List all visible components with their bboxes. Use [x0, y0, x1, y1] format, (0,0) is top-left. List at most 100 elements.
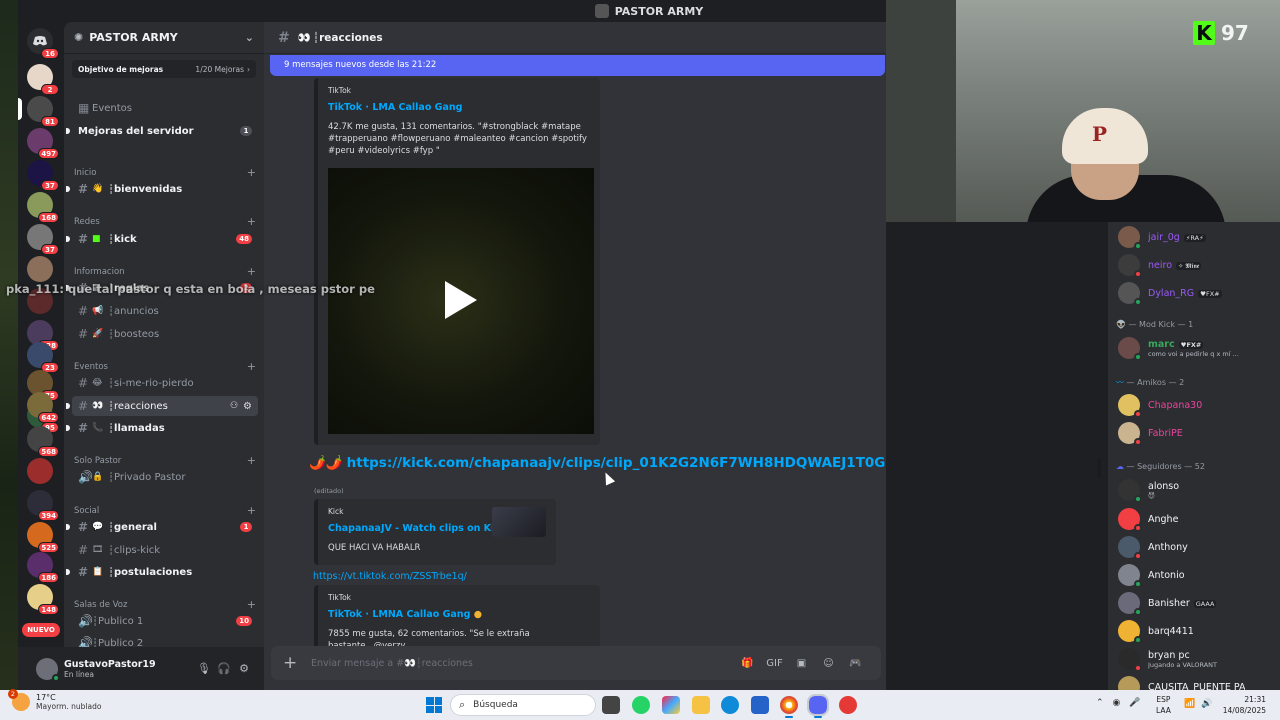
play-icon[interactable] [445, 281, 477, 319]
member-row[interactable]: marc ♥FX# como voi a pedirle q x mí ... [1118, 335, 1278, 361]
task-view-icon[interactable] [602, 696, 620, 714]
category-inicio[interactable]: Inicio + [74, 166, 256, 179]
add-channel-icon[interactable]: + [247, 265, 256, 278]
gift-icon[interactable]: 🎁 [734, 658, 761, 669]
channel-postulaciones[interactable]: # 📋 ┆postulaciones [66, 562, 258, 582]
voice-publico-2[interactable]: 🔊 ┆Publico 2 [72, 633, 258, 647]
channel-boosteos[interactable]: # 🚀 ┆boosteos [72, 324, 258, 344]
boost-goal-bar[interactable]: Objetivo de mejoras 1/20 Mejoras › [72, 60, 256, 78]
start-button-windows-icon[interactable] [426, 697, 442, 713]
server-icon-15[interactable] [27, 458, 53, 484]
embed-title-link[interactable]: TikTok · LMA Callao Gang [328, 102, 590, 113]
server-icon-3[interactable]: 497 [27, 128, 59, 159]
attach-plus-icon[interactable]: + [283, 653, 311, 673]
server-icon-18[interactable]: 186 [27, 552, 59, 583]
category-informacion[interactable]: Informacion + [74, 265, 256, 278]
add-channel-icon[interactable]: + [247, 215, 256, 228]
chat-scrollbar[interactable] [1097, 458, 1101, 478]
discord-app-icon[interactable] [807, 694, 829, 718]
member-row[interactable]: Dylan_RG ♥FX# [1118, 280, 1278, 306]
add-channel-icon[interactable]: + [247, 360, 256, 373]
gear-icon[interactable]: ⚙ [243, 401, 252, 412]
server-icon-16[interactable]: 394 [27, 490, 59, 521]
member-row[interactable]: neiro ✧ 𝕸𝖎𝖓𝖊 [1118, 252, 1278, 278]
member-row[interactable]: barq4411 [1118, 618, 1278, 644]
member-row[interactable]: Banisher GAAA [1118, 590, 1278, 616]
gif-icon[interactable]: GIF [761, 658, 788, 669]
category-social[interactable]: Social + [74, 504, 256, 517]
channel-si-me-rio-pierdo[interactable]: # 😂 ┆si-me-rio-pierdo [72, 373, 258, 393]
copilot-icon[interactable] [662, 696, 680, 714]
whatsapp-icon[interactable] [632, 696, 650, 714]
server-icon-4[interactable]: 37 [27, 160, 59, 191]
add-channel-icon[interactable]: + [247, 598, 256, 611]
server-icon-1[interactable]: 2 [27, 64, 59, 95]
category-redes[interactable]: Redes + [74, 215, 256, 228]
embed-thumbnail[interactable] [492, 507, 546, 537]
network-app-icon[interactable]: ◉ [1113, 698, 1121, 708]
message-link[interactable]: https://kick.com/chapanaajv/clips/clip_0… [347, 455, 886, 471]
channel-llamadas[interactable]: # 📞 ┆llamadas [66, 418, 258, 438]
embed-title-link[interactable]: TikTok · LMNA Callao Gang ● [328, 609, 590, 620]
new-messages-bar[interactable]: 9 mensajes nuevos desde las 21:22 [270, 55, 885, 76]
file-explorer-icon[interactable] [692, 696, 710, 714]
member-row[interactable]: Antonio [1118, 562, 1278, 588]
server-icon-13[interactable]: 642 [27, 392, 59, 423]
server-icon-17[interactable]: 525 [27, 522, 59, 553]
channel-general[interactable]: # 💬 ┆general 1 [66, 517, 258, 537]
direct-messages-button[interactable]: 16 [27, 28, 59, 59]
channel-reacciones[interactable]: # 👀 ┆reacciones ⚇ ⚙ [66, 396, 258, 416]
sticker-icon[interactable]: ▣ [788, 658, 815, 669]
server-icon-5[interactable]: 168 [27, 192, 59, 223]
server-icon-14[interactable]: 568 [27, 426, 59, 457]
server-icon-2[interactable]: 81 [18, 96, 59, 127]
system-clock[interactable]: 21:31 14/08/2025 [1220, 694, 1266, 716]
member-row[interactable]: alonso 😈 [1118, 477, 1278, 503]
events-item[interactable]: ▦ Eventos [72, 98, 258, 118]
video-player[interactable] [328, 168, 594, 434]
add-channel-icon[interactable]: + [247, 166, 256, 179]
category-solo-pastor[interactable]: Solo Pastor + [74, 454, 256, 467]
member-row[interactable]: Anthony [1118, 534, 1278, 560]
apps-icon[interactable]: 🎮 [842, 658, 869, 669]
headphones-icon[interactable]: 🎧 [214, 662, 234, 675]
store-icon[interactable] [751, 696, 769, 714]
member-row[interactable]: CAUSITA_PUENTE PA [1118, 674, 1278, 690]
microphone-icon[interactable]: 🎤 [1129, 698, 1140, 708]
taskbar-search[interactable]: ⌕ Búsqueda [450, 694, 596, 716]
chevron-up-icon[interactable]: ⌃ [1096, 698, 1104, 708]
server-boosts-item[interactable]: Mejoras del servidor 1 [66, 121, 258, 141]
edge-icon[interactable] [721, 696, 739, 714]
channel-kick[interactable]: # ■ ┆kick 48 [66, 229, 258, 249]
language-indicator[interactable]: ESP LAA [1156, 694, 1171, 716]
member-row[interactable]: Anghe [1118, 506, 1278, 532]
user-info[interactable]: GustavoPastor19 En línea [64, 659, 194, 679]
tiktok-link[interactable]: https://vt.tiktok.com/ZSSTrbe1q/ [313, 571, 467, 582]
member-row[interactable]: Chapana30 [1118, 392, 1278, 418]
add-channel-icon[interactable]: + [247, 454, 256, 467]
invite-icon[interactable]: ⚇ [230, 401, 238, 411]
channel-privado-pastor[interactable]: 🔊 🔒 ┆Privado Pastor [72, 467, 258, 487]
channel-anuncios[interactable]: # 📢 ┆anuncios [72, 301, 258, 321]
member-row[interactable]: jair_0g ⚡RA⚡ [1118, 224, 1278, 250]
app-icon[interactable] [839, 696, 857, 714]
voice-publico-1[interactable]: 🔊 ┆Publico 1 10 [72, 611, 258, 631]
gear-icon[interactable]: ⚙ [234, 662, 254, 675]
volume-icon[interactable]: 🔊 [1201, 699, 1212, 709]
server-icon-10[interactable]: 23 [27, 342, 59, 373]
channel-clips-kick[interactable]: # 🎞 ┆clips-kick [72, 540, 258, 560]
add-channel-icon[interactable]: + [247, 504, 256, 517]
server-icon-6[interactable]: 37 [27, 224, 59, 255]
server-icon-19[interactable]: 148 [27, 584, 59, 615]
category-salas-voz[interactable]: Salas de Voz + [74, 598, 256, 611]
server-header[interactable]: ✺ PASTOR ARMY ⌄ [64, 22, 264, 54]
category-eventos[interactable]: Eventos + [74, 360, 256, 373]
weather-widget[interactable]: 2 17°C Mayorm. nublado [8, 689, 101, 711]
channel-bienvenidas[interactable]: # 👋 ┆bienvenidas [66, 179, 258, 199]
chrome-icon[interactable] [780, 696, 798, 718]
member-row[interactable]: FabriPE [1118, 420, 1278, 446]
server-icon-7[interactable] [27, 256, 53, 282]
avatar[interactable] [36, 657, 60, 682]
emoji-icon[interactable]: ☺ [815, 658, 842, 669]
message-input[interactable]: + Enviar mensaje a #👀┆reacciones 🎁 GIF ▣… [271, 646, 881, 680]
